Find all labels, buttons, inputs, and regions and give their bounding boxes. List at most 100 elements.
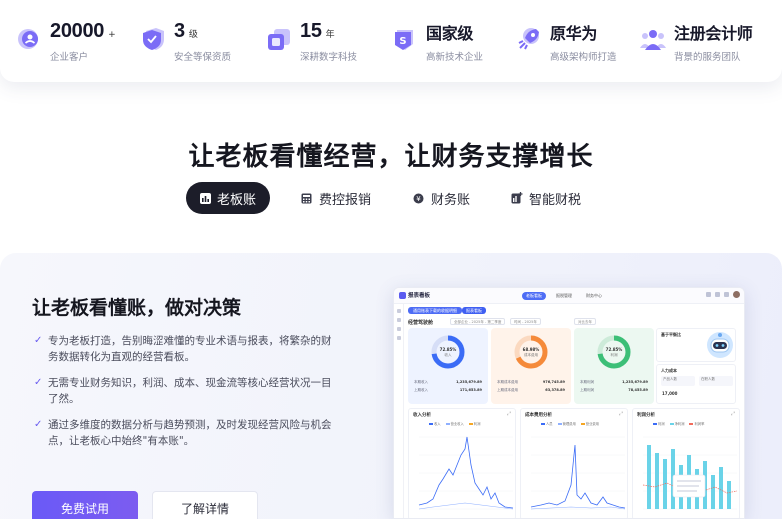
kpi-row-label: 上期成本费用 — [497, 388, 518, 392]
nav-icon — [396, 336, 401, 340]
stat-label: 高新技术企业 — [426, 52, 484, 63]
learn-more-button[interactable]: 了解详情 — [152, 491, 258, 519]
dashboard-logo: 报表看板 — [399, 291, 430, 299]
bell-icon — [706, 292, 711, 297]
tab-boss-account[interactable]: 老板账 — [186, 182, 270, 214]
dash-filter: 对比去年 — [574, 318, 596, 325]
chart-title: 成本费用分析 — [525, 413, 552, 418]
chart-card-income: 收入分析 ⤢ 收入 营业收入 利润 — [408, 408, 516, 518]
medal-icon: S — [395, 30, 413, 50]
kpi-row-value: 78,455.89 — [628, 388, 648, 392]
side-stat-value: 17,000 — [662, 391, 678, 396]
shield-icon — [143, 28, 164, 50]
donut-chart — [431, 335, 465, 369]
side-card: 基于平衡比 — [656, 328, 736, 362]
stat-value: 3 — [174, 20, 185, 42]
tab-finance-account[interactable]: ¥ 财务账 — [412, 182, 470, 214]
chart-card-profit: 利润分析 ⤢ 利润 净利润 利润率 — [632, 408, 740, 518]
svg-text:S: S — [399, 36, 406, 47]
nav-icon — [396, 309, 401, 313]
free-trial-button[interactable]: 免费试用 — [32, 491, 138, 519]
kpi-row-value: 1,235,679.89 — [622, 380, 648, 384]
stat-value: 原华为 — [550, 24, 598, 43]
tab-label: 老板账 — [217, 192, 257, 208]
expand-icon[interactable]: ⤢ — [507, 411, 511, 417]
kpi-card-cost: 68.98% 成本费用 本期成本费用 976,745.89 上期成本费用 63,37… — [491, 328, 571, 404]
kpi-row: 本期成本费用 976,745.89 — [497, 380, 565, 385]
line-chart — [418, 436, 514, 510]
tab-smart-tax[interactable]: 智能财税 — [510, 182, 581, 214]
tab-label: 智能财税 — [529, 192, 582, 208]
stat-value: 国家级 — [426, 24, 474, 43]
kpi-row: 本期收入 1,235,679.89 — [414, 380, 482, 385]
stat-years: 15 年 深耕数字科技 — [266, 20, 357, 64]
stat-label: 背景的服务团队 — [674, 52, 741, 63]
dashboard-topbar: 报表看板 老板看板 报税管理 财务中心 — [394, 288, 744, 304]
dash-sub-tab: 报表看板 — [462, 307, 486, 314]
kpi-row-value: 171,653.89 — [459, 388, 482, 392]
coin-icon: ¥ — [412, 192, 425, 205]
side-card-title: 人力成本 — [661, 368, 677, 373]
expand-icon[interactable]: ⤢ — [731, 411, 735, 417]
feature-text: 通过多维度的数据分析与趋势预测，及时发现经营风险与机会点，让老板心中始终"有本账… — [48, 419, 332, 447]
dash-section-title: 经营驾驶舱 — [408, 320, 434, 326]
kpi-row-label: 本期利润 — [580, 380, 594, 384]
side-stat-label: 产品人数 — [663, 377, 677, 381]
stat-enterprise-customers: 20000 + 企业客户 — [16, 20, 116, 64]
side-stat-label: 在职人数 — [701, 377, 715, 381]
tab-expense-control[interactable]: 费控报销 — [300, 182, 371, 214]
svg-text:¥: ¥ — [416, 195, 421, 203]
settings-icon — [715, 292, 720, 297]
dash-filter: 时间 - 2025年 — [510, 318, 541, 325]
users-badge-icon — [18, 29, 38, 49]
kpi-label: 利润 — [610, 353, 618, 357]
donut-chart — [597, 335, 631, 369]
panel-title: 让老板看懂账，做对决策 — [32, 297, 242, 319]
stat-cpa-team: 注册会计师 背景的服务团队 — [640, 20, 753, 64]
kpi-row-value: 1,235,679.89 — [456, 380, 482, 384]
stat-unit: + — [108, 30, 116, 40]
stat-unit: 级 — [188, 30, 198, 40]
dashboard-logo-text: 报表看板 — [408, 293, 431, 299]
bar-line-chart — [642, 436, 738, 510]
expand-icon[interactable]: ⤢ — [619, 411, 623, 417]
team-icon — [640, 30, 666, 50]
side-card-title: 基于平衡比 — [661, 332, 681, 337]
layers-icon — [268, 29, 290, 50]
avatar — [733, 291, 740, 298]
chart-title: 收入分析 — [413, 413, 431, 418]
kpi-label: 成本费用 — [524, 353, 538, 357]
dash-top-tab: 财务中心 — [586, 293, 602, 298]
kpi-row-label: 本期成本费用 — [497, 380, 518, 384]
kpi-row: 上期利润 78,455.89 — [580, 388, 648, 393]
kpi-row-label: 上期利润 — [580, 388, 594, 392]
rocket-icon — [518, 28, 539, 50]
feature-item: ✓ 无需专业财务知识，利润、成本、现金流等核心经营状况一目了然。 — [34, 375, 334, 407]
hero-title: 让老板看懂经营，让财务支撑增长 — [188, 142, 594, 172]
stat-value: 20000 — [50, 20, 105, 42]
stat-security-level: 3级 安全等保资质 — [140, 20, 231, 64]
donut-chart — [514, 335, 548, 369]
dash-top-tab: 报税管理 — [556, 293, 572, 298]
stat-unit: 年 — [325, 30, 335, 40]
stat-label: 高级架构师打造 — [550, 52, 617, 63]
side-stat: 在职人数 — [699, 376, 733, 386]
stat-national-level: S 国家级 高新技术企业 — [392, 20, 483, 64]
stat-label: 企业客户 — [50, 52, 89, 63]
nav-icon — [396, 327, 401, 331]
side-stat: 产品人数 — [661, 376, 695, 386]
nav-icon — [396, 318, 401, 322]
kpi-row: 上期成本费用 63,378.89 — [497, 388, 565, 393]
feature-text: 专为老板打造，告别晦涩难懂的专业术语与报表，将繁杂的财务数据转化为直观的经营看板… — [48, 335, 332, 363]
feature-text: 无需专业财务知识，利润、成本、现金流等核心经营状况一目了然。 — [48, 377, 332, 405]
stat-label: 安全等保资质 — [174, 52, 232, 63]
kpi-pct: 72.85% — [605, 347, 623, 352]
check-icon: ✓ — [34, 419, 43, 430]
stat-huawei-architect: 原华为 高级架构师打造 — [516, 20, 617, 64]
dashboard-preview: 报表看板 老板看板 报税管理 财务中心 通用账表下载的收据明细 报表看板 经营驾… — [393, 287, 745, 519]
kpi-card-income: 72.85% 收入 本期收入 1,235,679.89 上期收入 171,653.8… — [408, 328, 488, 404]
kpi-row-label: 上期收入 — [414, 388, 428, 392]
logo-icon — [399, 291, 406, 299]
tab-label: 费控报销 — [319, 192, 372, 208]
dashboard-sidebar — [394, 304, 404, 518]
